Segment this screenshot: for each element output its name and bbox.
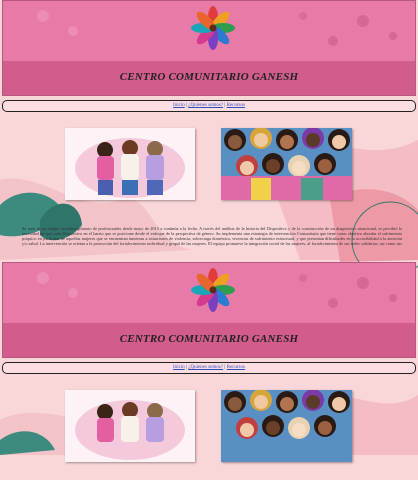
- ganesh-logo-icon[interactable]: [188, 265, 238, 315]
- women-embracing-illustration: [65, 390, 195, 462]
- page-section-repeat: CENTRO COMUNITARIO GANESH Inicio | ¿Quie…: [0, 262, 418, 480]
- main-nav: Inicio | ¿Quienes somos? | Recursos: [2, 100, 416, 112]
- nav-link-inicio[interactable]: Inicio: [173, 365, 185, 370]
- nav-link-recursos[interactable]: Recursos: [227, 365, 245, 370]
- main-nav: Inicio | ¿Quienes somos? | Recursos: [2, 362, 416, 374]
- site-header: CENTRO COMUNITARIO GANESH: [2, 0, 416, 96]
- site-title: CENTRO COMUNITARIO GANESH: [119, 71, 299, 83]
- women-embracing-image: [65, 128, 195, 200]
- page-section: CENTRO COMUNITARIO GANESH Inicio | ¿Quie…: [0, 0, 418, 247]
- image-row: [0, 128, 418, 218]
- diverse-women-faces-illustration: [221, 128, 352, 200]
- women-faces-image: [221, 128, 352, 200]
- nav-link-recursos[interactable]: Recursos: [227, 103, 245, 108]
- nav-link-inicio[interactable]: Inicio: [173, 103, 185, 108]
- nav-link-quienes-somos[interactable]: ¿Quienes somos?: [188, 365, 223, 370]
- about-paragraph: Se trata de un equipo multidisciplinario…: [22, 226, 402, 247]
- nav-link-quienes-somos[interactable]: ¿Quienes somos?: [188, 103, 223, 108]
- women-embracing-illustration: [65, 128, 195, 200]
- image-row: [0, 390, 418, 480]
- site-header: CENTRO COMUNITARIO GANESH: [2, 262, 416, 358]
- nav-separator: |: [185, 103, 187, 108]
- nav-separator: |: [185, 365, 187, 370]
- women-faces-image: [221, 390, 352, 462]
- site-title: CENTRO COMUNITARIO GANESH: [119, 333, 299, 345]
- ganesh-logo-icon[interactable]: [188, 3, 238, 53]
- diverse-women-faces-illustration: [221, 390, 352, 462]
- women-embracing-image: [65, 390, 195, 462]
- nav-separator: |: [224, 365, 226, 370]
- nav-separator: |: [224, 103, 226, 108]
